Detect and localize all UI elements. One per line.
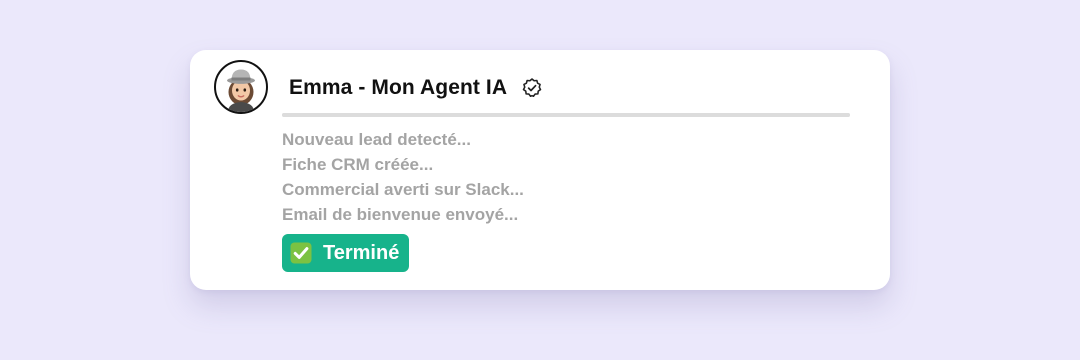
step-list: Nouveau lead detecté... Fiche CRM créée.…: [282, 127, 524, 227]
status-label: Terminé: [323, 241, 400, 264]
list-item: Fiche CRM créée...: [282, 155, 434, 174]
list-item: Nouveau lead detecté...: [282, 130, 471, 149]
agent-name: Emma - Mon Agent IA: [289, 76, 508, 99]
agent-avatar: [214, 60, 268, 114]
progress-bar: [282, 113, 850, 117]
progress-fill: [282, 113, 850, 117]
check-mark-button-icon: [290, 242, 312, 264]
list-item: Commercial averti sur Slack...: [282, 180, 524, 199]
list-item: Email de bienvenue envoyé...: [282, 205, 519, 224]
status-badge: Terminé: [282, 234, 410, 272]
agent-card: Emma - Mon Agent IA Nouveau lead detecté…: [190, 50, 890, 290]
agent-header: Emma - Mon Agent IA: [289, 74, 543, 102]
memoji-avatar-icon: [227, 69, 255, 112]
verified-badge-icon: [522, 78, 542, 98]
